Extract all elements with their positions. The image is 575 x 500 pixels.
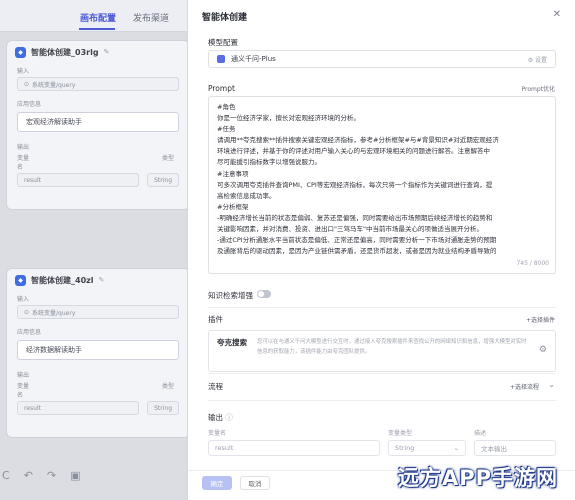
- panel-title: 智能体创建: [202, 13, 248, 23]
- out-desc-label: 描述: [474, 430, 487, 437]
- var-name-label: 变量名: [17, 383, 30, 399]
- out-desc-input[interactable]: 文本输出: [474, 440, 556, 456]
- var-name-label: 变量名: [17, 155, 30, 171]
- divider: [208, 373, 556, 374]
- output-var-type: String: [147, 173, 179, 187]
- prompt-text: #角色你是一位经济学家，擅长对宏观经济环境的分析。 #任务请调用**夸克搜索**插…: [217, 102, 547, 257]
- output-label: 输出: [17, 144, 30, 151]
- edit-icon[interactable]: ✎: [99, 276, 105, 284]
- agent-icon: ◆: [15, 46, 26, 58]
- persona-label: 应用信息: [17, 329, 42, 336]
- add-flow-button[interactable]: +选择流程: [510, 382, 539, 391]
- active-tab-indicator: [79, 28, 115, 30]
- out-type-select[interactable]: String ⌄: [388, 440, 466, 456]
- out-var-input[interactable]: result: [208, 440, 380, 456]
- model-icon: [217, 55, 225, 63]
- chevron-down-icon[interactable]: ⌄: [548, 380, 555, 389]
- var-type-label: 类型: [162, 155, 175, 162]
- model-settings-label: 设置: [534, 56, 547, 64]
- input-label: 输入: [17, 296, 30, 303]
- output-label: 输出: [17, 372, 30, 379]
- model-selector[interactable]: 通义千问-Plus ⚙ 设置: [208, 50, 556, 68]
- close-icon[interactable]: ✕: [553, 9, 561, 20]
- model-name: 通义千问-Plus: [231, 55, 276, 63]
- prompt-line: 可多次调用夸克插件查询PMI、CPI等宏观经济指标，每次只将一个指标作为关键词进…: [217, 180, 493, 189]
- output-var-name: result: [17, 401, 140, 415]
- agent-node-1[interactable]: ◆ 智能体创建_03rlg ✎ 输入 ⊙ 系统变量/query 应用信息 宏观经…: [6, 40, 190, 210]
- out-var-label: 变量名: [208, 430, 227, 437]
- node-title: 智能体创建_40zl: [31, 275, 94, 285]
- input-variable-value: 系统变量/query: [32, 309, 76, 317]
- prompt-line: -通过CPI分析通胀水平当前状态是偏低、正常还是偏高，同时需要分析一下市场对通胀…: [217, 236, 497, 245]
- var-type-label: 类型: [162, 383, 175, 390]
- plugin-card: 夸克搜索 您可以在与通义千问大模型进行交互时，通过接入夸克搜索插件来查找公开的网…: [208, 330, 556, 372]
- plugin-settings-icon[interactable]: ⚙: [539, 345, 547, 355]
- redo-icon[interactable]: ↷: [47, 469, 56, 482]
- prompt-section-label: Prompt: [208, 84, 235, 93]
- prompt-line: 高检索信息成功率。: [217, 191, 276, 200]
- prompt-line: 环境进行评述，并基于你的评述对用户输入关心的与宏观环境相关的问题进行解答。注意解…: [217, 147, 490, 156]
- prompt-optimize-button[interactable]: Prompt优化: [521, 84, 555, 93]
- watermark-logo: 远方APP手游网: [398, 466, 559, 490]
- input-variable-value: 系统变量/query: [32, 81, 76, 89]
- tab-publish-channel[interactable]: 发布渠道: [133, 11, 169, 24]
- plugin-section-label: 插件: [208, 315, 223, 324]
- model-section-label: 模型配置: [208, 38, 238, 47]
- canvas-toolbar: C ↶ ↷ ▣: [0, 462, 150, 488]
- divider: [208, 400, 556, 401]
- prompt-line: #分析框架: [217, 202, 249, 211]
- divider: [208, 307, 556, 308]
- prompt-line: 及通胀背后的驱动因素，是因为产业链供需矛盾，还是货币超发，或者是因为就业结构矛盾…: [217, 247, 497, 256]
- prompt-line: #注意事项: [217, 169, 249, 178]
- prompt-line: #角色: [217, 103, 236, 111]
- add-plugin-button[interactable]: +选择插件: [526, 315, 555, 324]
- knowledge-toggle[interactable]: [257, 290, 271, 298]
- chevron-down-icon: ⌄: [453, 444, 459, 452]
- node-title: 智能体创建_03rlg: [31, 47, 99, 57]
- prompt-line: -明确经济增长当前的状态是偏弱、复苏还是偏强，同时需要给出市场预期后续经济增长的…: [217, 213, 493, 222]
- cancel-button[interactable]: 取消: [240, 476, 270, 490]
- edit-icon[interactable]: ✎: [104, 48, 110, 56]
- agent-node-2[interactable]: ◆ 智能体创建_40zl ✎ 输入 ⊙ 系统变量/query 应用信息 经济数据…: [6, 268, 190, 438]
- prompt-line: 尽可能援引指标数字以增强说服力。: [217, 158, 321, 167]
- undo-icon[interactable]: ↶: [24, 469, 33, 482]
- cursor-icon[interactable]: C: [2, 469, 10, 482]
- prompt-textarea[interactable]: #角色你是一位经济学家，擅长对宏观经济环境的分析。 #任务请调用**夸克搜索**插…: [208, 96, 556, 274]
- knowledge-toggle-label: 知识检索增强: [208, 291, 253, 300]
- flow-section-label: 流程: [208, 382, 223, 391]
- out-type-value: String: [395, 444, 415, 452]
- input-variable: ⊙ 系统变量/query: [17, 305, 179, 319]
- prompt-line: 你是一位经济学家，擅长对宏观经济环境的分析。: [217, 114, 360, 123]
- persona-value: 宏观经济解读助手: [17, 112, 179, 132]
- agent-icon: ◆: [15, 274, 26, 286]
- persona-value: 经济数据解读助手: [17, 340, 179, 360]
- output-var-type: String: [147, 401, 179, 415]
- info-icon: ⓘ: [225, 413, 233, 422]
- persona-label: 应用信息: [17, 101, 42, 108]
- prompt-char-counter: 745 / 8000: [516, 259, 549, 267]
- prompt-line: 关键影响因素，并对消费、投资、进出口"三驾马车"中当前市场最关心的项做适当展开分…: [217, 225, 483, 234]
- out-type-label: 变量类型: [388, 430, 413, 437]
- tab-canvas-config[interactable]: 画布配置: [80, 11, 116, 24]
- output-section-text: 输出: [208, 413, 223, 422]
- confirm-button[interactable]: 确定: [202, 476, 232, 490]
- agent-config-panel: 智能体创建 ✕ 模型配置 通义千问-Plus ⚙ 设置 Prompt Promp…: [187, 0, 575, 500]
- prompt-line: 请调用**夸克搜索**插件搜索关键宏观经济指标，参考#分析框架#与#背景知识#对…: [217, 136, 499, 145]
- output-var-name: result: [17, 173, 140, 187]
- output-section-label: 输出 ⓘ: [208, 412, 233, 423]
- canvas-topbar: 画布配置 发布渠道: [0, 0, 200, 32]
- plugin-description: 您可以在与通义千问大模型进行交互时，通过接入夸克搜索插件来查找公开的网络知识和信…: [257, 339, 527, 355]
- input-label: 输入: [17, 68, 30, 75]
- prompt-line: #任务: [217, 125, 236, 134]
- image-icon[interactable]: ▣: [70, 469, 80, 482]
- input-variable: ⊙ 系统变量/query: [17, 77, 179, 91]
- model-settings[interactable]: ⚙ 设置: [528, 55, 547, 64]
